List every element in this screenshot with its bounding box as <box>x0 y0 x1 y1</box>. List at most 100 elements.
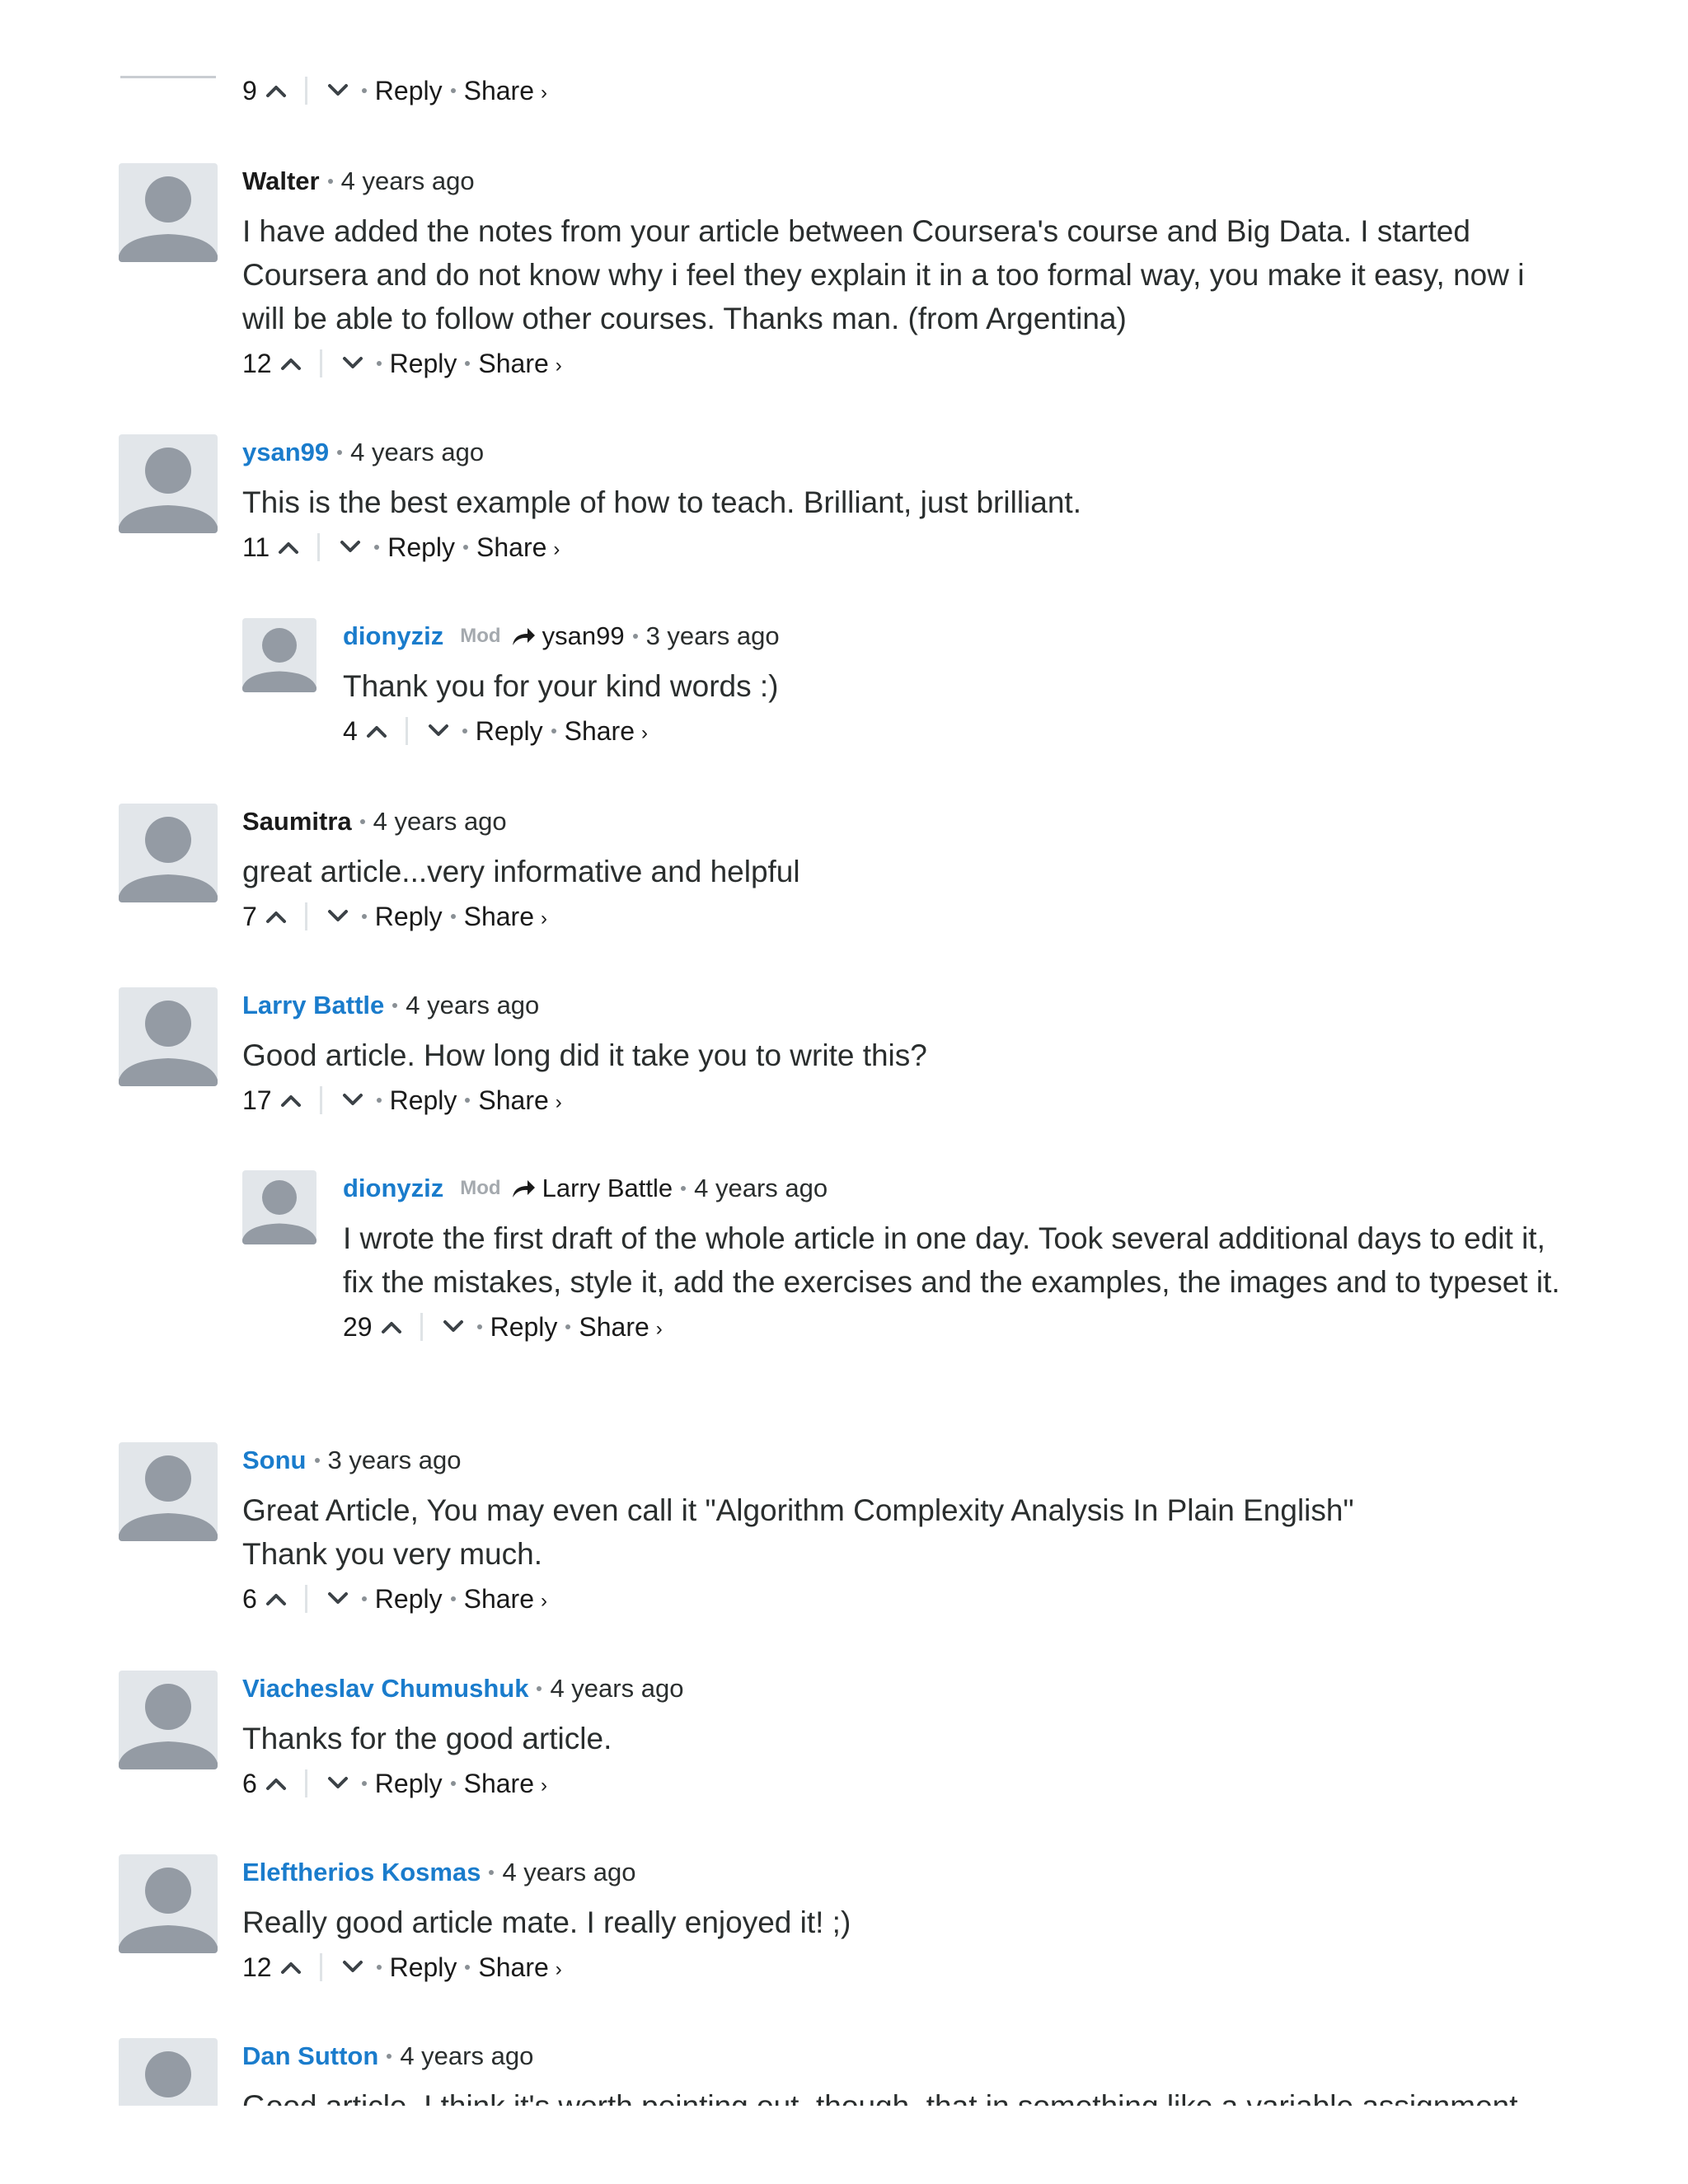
reply-to-author[interactable]: ysan99 <box>542 621 625 651</box>
vote-count: 12 <box>242 1952 272 1982</box>
chevron-up-icon[interactable] <box>278 539 299 555</box>
chevron-up-icon[interactable] <box>280 1092 302 1108</box>
reply-button[interactable]: Reply <box>375 1769 443 1799</box>
avatar[interactable] <box>242 1170 316 1244</box>
share-button[interactable]: Share › <box>579 1312 662 1343</box>
share-button[interactable]: Share › <box>476 532 560 563</box>
reply-button[interactable]: Reply <box>375 902 443 932</box>
comment-text: great article...very informative and hel… <box>242 850 1566 893</box>
chevron-down-icon[interactable] <box>342 1959 363 1975</box>
comment-header: Sonu 3 years ago <box>242 1442 1566 1479</box>
chevron-up-icon[interactable] <box>280 355 302 372</box>
comment-author[interactable]: Sonu <box>242 1446 307 1475</box>
user-silhouette-icon <box>242 1180 316 1244</box>
avatar[interactable] <box>119 434 218 533</box>
avatar[interactable] <box>119 987 218 1086</box>
chevron-up-icon[interactable] <box>265 82 287 99</box>
comment-timestamp[interactable]: 4 years ago <box>406 991 539 1020</box>
reply-button[interactable]: Reply <box>390 349 457 379</box>
comment-timestamp[interactable]: 3 years ago <box>646 621 780 651</box>
reply-arrow-icon <box>511 1178 536 1199</box>
avatar[interactable] <box>119 163 218 262</box>
share-button[interactable]: Share › <box>478 1085 561 1116</box>
chevron-up-icon[interactable] <box>265 908 287 925</box>
chevron-down-icon[interactable] <box>327 82 349 99</box>
chevron-up-icon[interactable] <box>265 1591 287 1607</box>
chevron-down-icon[interactable] <box>342 1092 363 1108</box>
comment-header: ysan99 4 years ago <box>242 434 1566 471</box>
comment-author[interactable]: dionyziz <box>343 1174 443 1203</box>
comment-author[interactable]: Larry Battle <box>242 991 384 1020</box>
separator-dot <box>314 1458 320 1463</box>
comment-actions: 7 Reply Share › <box>242 893 1566 940</box>
chevron-up-icon[interactable] <box>265 1775 287 1792</box>
chevron-up-icon[interactable] <box>381 1319 402 1335</box>
chevron-down-icon[interactable] <box>327 1775 349 1792</box>
vote-separator <box>319 1086 322 1114</box>
comment-header: Saumitra 4 years ago <box>242 804 1566 840</box>
comment-timestamp[interactable]: 4 years ago <box>550 1674 683 1704</box>
avatar[interactable] <box>119 804 218 902</box>
chevron-up-icon[interactable] <box>280 1959 302 1975</box>
chevron-down-icon[interactable] <box>340 539 361 555</box>
chevron-up-icon[interactable] <box>366 723 387 739</box>
comment-timestamp[interactable]: 4 years ago <box>400 2041 533 2071</box>
avatar[interactable] <box>119 1854 218 1953</box>
comment-paragraph: Thank you very much. <box>242 1537 542 1571</box>
share-button[interactable]: Share › <box>565 716 648 747</box>
comment-paragraph: I have added the notes from your article… <box>242 214 1525 335</box>
vote-count: 7 <box>242 901 257 931</box>
comment-timestamp[interactable]: 4 years ago <box>502 1858 635 1887</box>
reply-button[interactable]: Reply <box>375 1584 443 1615</box>
comment-actions: 29 Reply Share › <box>343 1304 1566 1350</box>
divider <box>120 76 216 78</box>
vote-separator <box>319 1953 322 1981</box>
share-label: Share <box>476 532 547 562</box>
comment-timestamp[interactable]: 4 years ago <box>694 1174 828 1203</box>
reply-button[interactable]: Reply <box>390 1085 457 1116</box>
separator-dot <box>361 1596 367 1601</box>
comment-author[interactable]: Viacheslav Chumushuk <box>242 1674 528 1704</box>
comment-paragraph: Thank you for your kind words :) <box>343 669 779 703</box>
user-silhouette-icon <box>119 1868 218 1953</box>
comment-actions: 17 Reply Share › <box>242 1077 1566 1123</box>
chevron-down-icon[interactable] <box>327 908 349 925</box>
reply-button[interactable]: Reply <box>375 76 443 106</box>
reply-button[interactable]: Reply <box>476 716 543 747</box>
share-button[interactable]: Share › <box>464 76 547 106</box>
share-label: Share <box>478 1952 549 1982</box>
separator-dot <box>463 545 469 550</box>
chevron-down-icon[interactable] <box>327 1591 349 1607</box>
separator-dot <box>327 179 333 184</box>
chevron-down-icon[interactable] <box>342 355 363 372</box>
comment-timestamp[interactable]: 3 years ago <box>328 1446 462 1475</box>
comment-author[interactable]: Dan Sutton <box>242 2041 378 2071</box>
avatar[interactable] <box>242 618 316 692</box>
avatar[interactable] <box>119 1442 218 1541</box>
reply-to-author[interactable]: Larry Battle <box>542 1174 673 1203</box>
reply-button[interactable]: Reply <box>390 1952 457 1983</box>
vote-count: 6 <box>242 1583 257 1614</box>
comment-author[interactable]: ysan99 <box>242 438 329 467</box>
share-button[interactable]: Share › <box>478 349 561 379</box>
comment-author[interactable]: dionyziz <box>343 621 443 651</box>
reply-button[interactable]: Reply <box>490 1312 558 1343</box>
reply-button[interactable]: Reply <box>387 532 455 563</box>
comment-timestamp[interactable]: 4 years ago <box>373 807 507 837</box>
share-button[interactable]: Share › <box>464 902 547 932</box>
comment-actions: 11 Reply Share › <box>242 524 1566 570</box>
share-button[interactable]: Share › <box>464 1769 547 1799</box>
comment-author[interactable]: Eleftherios Kosmas <box>242 1858 481 1887</box>
comment-timestamp[interactable]: 4 years ago <box>341 166 475 196</box>
separator-dot <box>361 88 367 93</box>
avatar[interactable] <box>119 1671 218 1769</box>
share-button[interactable]: Share › <box>464 1584 547 1615</box>
chevron-down-icon[interactable] <box>428 723 449 739</box>
avatar[interactable] <box>119 2038 218 2106</box>
share-button[interactable]: Share › <box>478 1952 561 1983</box>
chevron-down-icon[interactable] <box>443 1319 464 1335</box>
comment-body: Saumitra 4 years ago great article...very … <box>242 804 1566 940</box>
comment-timestamp[interactable]: 4 years ago <box>350 438 484 467</box>
separator-dot <box>551 729 556 733</box>
vote-separator <box>304 1585 307 1613</box>
